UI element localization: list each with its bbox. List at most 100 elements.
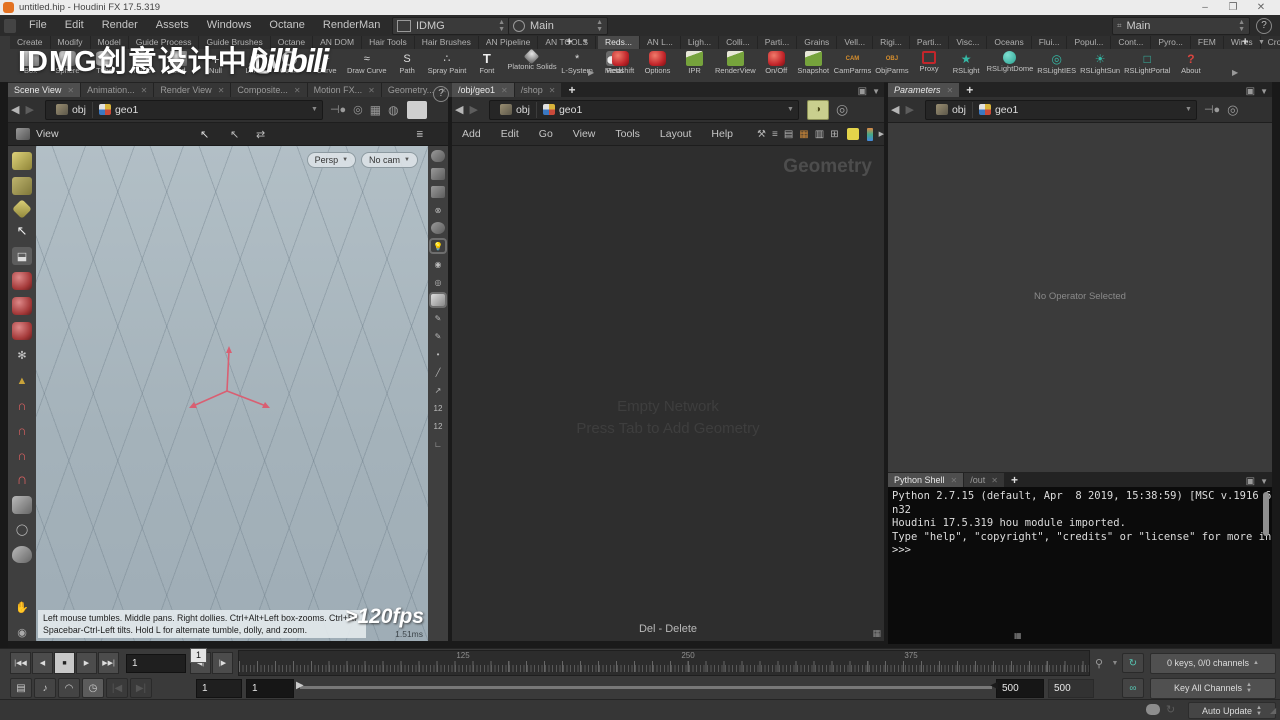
pane-layout-icon[interactable]: ▣ (1246, 476, 1255, 487)
shelf-tab[interactable]: Reds... (598, 36, 640, 49)
close-tab-icon[interactable]: ✕ (368, 86, 375, 95)
no-export-icon[interactable]: ⊗ (431, 204, 445, 216)
pane-tab[interactable]: Animation... ✕ (81, 83, 154, 97)
pane-tab[interactable]: Python Shell ✕ (888, 473, 964, 487)
color-palette-icon[interactable]: ▦ (799, 129, 808, 140)
shelf-add-icon[interactable]: + (566, 36, 572, 48)
shelf-menu-icon[interactable]: ▼ (582, 39, 589, 46)
viewport[interactable]: Persp ▼ No cam ▼ Left mouse tumbles. Middl… (36, 146, 428, 641)
shelf-tool[interactable]: T Font (468, 50, 505, 75)
shelf-tab[interactable]: Hair Brushes (414, 36, 479, 49)
path-node[interactable]: geo1 (971, 101, 1024, 118)
close-tab-icon[interactable]: ✕ (549, 86, 556, 95)
shelf-tool[interactable]: ? About (1172, 50, 1209, 75)
shelf-tool[interactable]: ◎ RSLightIES (1035, 50, 1078, 75)
shelf-tool[interactable]: ∴ Spray Paint (426, 50, 469, 75)
pin-icon[interactable]: ⊣● (330, 103, 346, 116)
visibility-tool-icon[interactable]: ◉ (12, 623, 32, 641)
menu-item[interactable]: RenderMan (314, 15, 389, 36)
next-keyframe-icon[interactable]: ▶| (130, 678, 152, 698)
playback-range-end-field[interactable]: 500 (996, 678, 1044, 698)
help-icon[interactable]: ? (1256, 18, 1272, 34)
maximize-button[interactable]: ❐ (1220, 0, 1246, 15)
playback-range-slider[interactable]: ▶ ◀ (294, 677, 998, 699)
hand-tool-icon[interactable]: ✋ (12, 598, 32, 616)
pane-tab[interactable]: Motion FX... ✕ (307, 83, 381, 97)
character-pick-icon[interactable]: ▲ (12, 372, 32, 390)
pane-tab[interactable]: Render View ✕ (154, 83, 231, 97)
forward-icon[interactable]: ▶ (25, 103, 33, 116)
main-combo-right[interactable]: ⌗ Main ▲ ▼ (1112, 17, 1250, 35)
lock-camera-icon[interactable] (431, 186, 445, 198)
playback-range-start-field[interactable]: 1 (246, 678, 294, 698)
menu-item[interactable]: Octane (260, 15, 313, 36)
shelf-tab[interactable]: Grains (797, 36, 838, 49)
color-bar-icon[interactable] (866, 127, 873, 141)
menu-item[interactable]: Tools (605, 124, 650, 145)
view-tool-icon[interactable] (12, 272, 32, 291)
path-root[interactable]: obj (494, 102, 536, 118)
pane-menu-icon[interactable]: ▼ (1260, 477, 1268, 486)
move-tool-icon[interactable] (12, 297, 32, 315)
shelf-tool[interactable]: Options (639, 50, 676, 75)
realtime-toggle-icon[interactable]: ◷ (82, 678, 104, 698)
back-icon[interactable]: ◀ (891, 103, 899, 116)
auto-key-icon[interactable]: ↻ (1122, 653, 1144, 673)
shelf-tool[interactable]: On/Off (758, 50, 795, 75)
linked-boxes-icon[interactable]: ⊞ (830, 129, 838, 140)
path-field[interactable]: obj geo1 ▼ (44, 99, 323, 120)
shelf-menu-icon[interactable]: ▼ (1258, 39, 1265, 46)
pane-tab[interactable]: Parameters ✕ (888, 83, 960, 97)
menu-item[interactable]: Help (701, 124, 743, 145)
show-handles-icon[interactable] (12, 152, 32, 170)
close-tab-icon[interactable]: ✕ (501, 86, 508, 95)
main-combo-left[interactable]: Main ▲ ▼ (508, 17, 608, 35)
dopnet-sim-icon[interactable]: ◠ (58, 678, 80, 698)
display-options-icon[interactable]: ≣ (416, 129, 424, 140)
magnet-ball-icon[interactable]: ∩ (12, 446, 32, 464)
shelf-tool[interactable]: ≈ Draw Curve (345, 50, 389, 75)
shelf-tab[interactable]: Flui... (1031, 36, 1068, 49)
more-icon[interactable]: ▶ (879, 130, 884, 138)
layers-icon[interactable] (431, 168, 445, 180)
shelf-overflow-icon[interactable]: ▶ (1232, 68, 1238, 77)
new-tab-icon[interactable]: + (562, 83, 581, 97)
shelf-tool[interactable]: ☀ RSLightSun (1078, 50, 1122, 75)
shelf-tool[interactable]: Proxy (911, 50, 948, 73)
follow-network-icon[interactable]: ◎ (1227, 102, 1238, 118)
shelf-tab[interactable]: Popul... (1067, 36, 1112, 49)
tree-list-icon[interactable]: ≡ (772, 129, 778, 140)
shelf-tool[interactable]: Redshift (602, 50, 639, 75)
new-tab-icon[interactable]: + (960, 83, 979, 97)
playhead-marker[interactable]: 1 (190, 648, 207, 663)
menu-item[interactable]: Edit (56, 15, 93, 36)
object-mode-icon[interactable] (431, 294, 445, 306)
menu-item[interactable]: Edit (491, 124, 529, 145)
globe-icon[interactable] (431, 222, 445, 234)
select-objects-icon[interactable]: ↖ (230, 128, 239, 141)
shelf-tool[interactable]: ★ RSLight (948, 50, 985, 75)
step-forward-icon[interactable]: |▶ (212, 652, 233, 674)
desktop-combo[interactable]: IDMG ▲ ▼ (392, 17, 510, 35)
back-icon[interactable]: ◀ (11, 103, 19, 116)
snapshot-lamp-button[interactable]: ◑ (806, 99, 829, 120)
menu-item[interactable]: Add (452, 124, 491, 145)
console-overview-icon[interactable]: ▦ (1014, 631, 1022, 640)
path-field[interactable]: obj geo1 ▼ (924, 99, 1197, 120)
viewport-layout-button[interactable] (406, 100, 427, 119)
menu-item[interactable]: Assets (147, 15, 198, 36)
pane-tab[interactable]: Composite... ✕ (231, 83, 307, 97)
shelf-tab[interactable]: Hair Tools (362, 36, 415, 49)
keys-summary-button[interactable]: 0 keys, 0/0 channels ▲ (1150, 652, 1276, 674)
show-points-icon[interactable] (12, 176, 32, 195)
prim-numbers-icon[interactable]: 12 (431, 420, 445, 432)
shelf-tool[interactable]: OBJ ObjParms (873, 50, 910, 75)
transport-button[interactable]: ■ (54, 652, 75, 674)
magnet-curve-icon[interactable]: ∩ (12, 421, 32, 439)
pane-layout-icon[interactable]: ▣ (858, 86, 867, 97)
select-tool-icon[interactable]: ↖ (12, 223, 32, 241)
brush-a-icon[interactable]: ✎ (431, 312, 445, 324)
corner-ruler-icon[interactable]: ∟ (431, 438, 445, 450)
shelf-tab[interactable]: Ligh... (680, 36, 720, 49)
close-tab-icon[interactable]: ✕ (141, 86, 148, 95)
